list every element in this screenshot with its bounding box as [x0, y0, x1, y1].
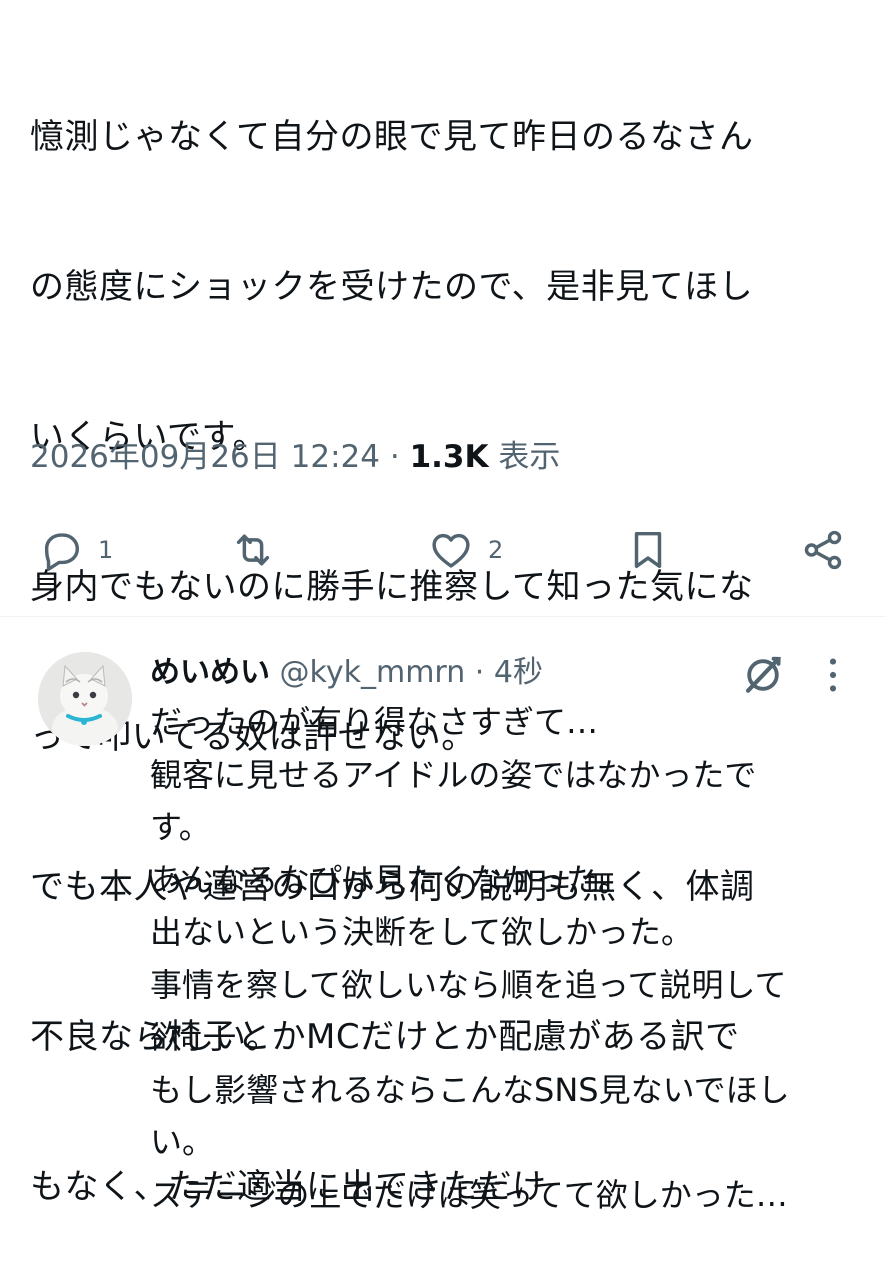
meta-separator: · [389, 439, 400, 475]
like-icon [432, 533, 470, 568]
section-divider [0, 616, 885, 617]
bookmark-icon [634, 531, 662, 569]
reply-line: もし影響されるならこんなSNS見ないでほし [150, 1070, 790, 1109]
views-label: 表示 [498, 439, 561, 475]
reply-line: 出ないという決断をして欲しかった。 [150, 913, 694, 951]
reply-line: だったのが有り得なさすぎて… [150, 703, 599, 741]
share-button[interactable] [800, 520, 846, 580]
reply-line: 事情を察して欲しいなら順を追って説明して [150, 965, 787, 1004]
tweet-timestamp[interactable]: 2026年09月26日 12:24 [30, 439, 380, 475]
more-options-button[interactable] [818, 652, 848, 698]
header-separator: · [474, 655, 485, 690]
reply-display-name[interactable]: めいめい [150, 655, 270, 690]
tweet-meta: 2026年09月26日 12:24 · 1.3K 表示 [30, 432, 560, 482]
grok-button[interactable] [740, 652, 786, 698]
like-button[interactable]: 2 [428, 520, 503, 580]
tweet-line: 憶測じゃなくて自分の眼で見て昨日のるなさん [30, 117, 754, 157]
reply-line: 欲しい。 [150, 1018, 279, 1056]
reply-line: あんなるなぴは見たくなかった。 [150, 860, 631, 899]
more-vertical-icon [829, 658, 837, 692]
reply-count: 1 [98, 536, 114, 564]
tweet-action-bar: 1 2 [0, 520, 885, 580]
reply-line: す。 [150, 808, 211, 846]
reply-header: めいめい @kyk_mmrn · 4秒 [150, 648, 543, 698]
avatar[interactable] [38, 652, 132, 746]
retweet-icon [236, 534, 270, 566]
retweet-button[interactable] [230, 520, 276, 580]
like-count: 2 [488, 536, 504, 564]
share-icon [804, 530, 842, 570]
cat-avatar-icon [38, 652, 132, 746]
grok-icon [745, 656, 781, 693]
reply-line: 観客に見せるアイドルの姿ではなかったで [150, 755, 757, 794]
reply-text: だったのが有り得なさすぎて… 観客に見せるアイドルの姿ではなかったで す。 あん… [150, 696, 870, 1221]
reply-time[interactable]: 4秒 [494, 655, 543, 690]
reply-line: ステージの上でだけは笑ってて欲しかった… [150, 1175, 788, 1214]
reply-button[interactable]: 1 [38, 520, 113, 580]
reply-icon [44, 533, 80, 571]
views-count: 1.3K [409, 439, 489, 475]
tweet-line: の態度にショックを受けたので、是非見てほし [30, 267, 754, 307]
reply-handle[interactable]: @kyk_mmrn [280, 655, 466, 690]
bookmark-button[interactable] [625, 520, 671, 580]
reply-line: い。 [150, 1123, 215, 1161]
